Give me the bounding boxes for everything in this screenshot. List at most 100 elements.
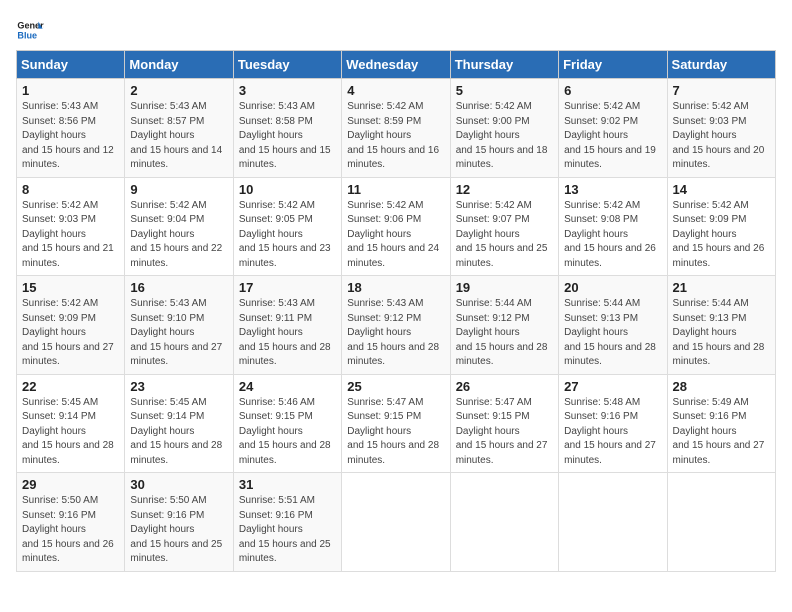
calendar-week-row: 1 Sunrise: 5:43 AMSunset: 8:56 PMDayligh… [17,79,776,178]
calendar-cell [342,473,450,572]
day-number: 26 [456,379,553,394]
weekday-header: Tuesday [233,51,341,79]
calendar-cell: 12 Sunrise: 5:42 AMSunset: 9:07 PMDaylig… [450,177,558,276]
weekday-header: Saturday [667,51,775,79]
day-info: Sunrise: 5:43 AMSunset: 9:10 PMDaylight … [130,298,222,367]
day-number: 13 [564,182,661,197]
weekday-header-row: SundayMondayTuesdayWednesdayThursdayFrid… [17,51,776,79]
day-info: Sunrise: 5:43 AMSunset: 8:56 PMDaylight … [22,101,114,170]
day-number: 5 [456,83,553,98]
calendar-cell: 3 Sunrise: 5:43 AMSunset: 8:58 PMDayligh… [233,79,341,178]
day-info: Sunrise: 5:42 AMSunset: 9:08 PMDaylight … [564,200,656,269]
day-info: Sunrise: 5:50 AMSunset: 9:16 PMDaylight … [130,495,222,564]
day-info: Sunrise: 5:43 AMSunset: 9:11 PMDaylight … [239,298,331,367]
day-info: Sunrise: 5:50 AMSunset: 9:16 PMDaylight … [22,495,114,564]
day-info: Sunrise: 5:44 AMSunset: 9:13 PMDaylight … [673,298,765,367]
day-number: 14 [673,182,770,197]
day-number: 22 [22,379,119,394]
day-info: Sunrise: 5:42 AMSunset: 9:07 PMDaylight … [456,200,548,269]
calendar-cell: 30 Sunrise: 5:50 AMSunset: 9:16 PMDaylig… [125,473,233,572]
day-number: 27 [564,379,661,394]
calendar-cell: 28 Sunrise: 5:49 AMSunset: 9:16 PMDaylig… [667,374,775,473]
day-number: 17 [239,280,336,295]
calendar-cell: 29 Sunrise: 5:50 AMSunset: 9:16 PMDaylig… [17,473,125,572]
calendar-cell: 27 Sunrise: 5:48 AMSunset: 9:16 PMDaylig… [559,374,667,473]
calendar-week-row: 29 Sunrise: 5:50 AMSunset: 9:16 PMDaylig… [17,473,776,572]
calendar-cell: 14 Sunrise: 5:42 AMSunset: 9:09 PMDaylig… [667,177,775,276]
day-number: 23 [130,379,227,394]
day-info: Sunrise: 5:43 AMSunset: 8:57 PMDaylight … [130,101,222,170]
day-info: Sunrise: 5:42 AMSunset: 9:09 PMDaylight … [22,298,114,367]
day-number: 12 [456,182,553,197]
calendar-cell: 1 Sunrise: 5:43 AMSunset: 8:56 PMDayligh… [17,79,125,178]
day-number: 11 [347,182,444,197]
day-info: Sunrise: 5:48 AMSunset: 9:16 PMDaylight … [564,397,656,466]
calendar-week-row: 8 Sunrise: 5:42 AMSunset: 9:03 PMDayligh… [17,177,776,276]
calendar-cell [559,473,667,572]
calendar-cell: 5 Sunrise: 5:42 AMSunset: 9:00 PMDayligh… [450,79,558,178]
day-info: Sunrise: 5:42 AMSunset: 9:09 PMDaylight … [673,200,765,269]
day-info: Sunrise: 5:42 AMSunset: 9:05 PMDaylight … [239,200,331,269]
day-info: Sunrise: 5:42 AMSunset: 9:04 PMDaylight … [130,200,222,269]
calendar-table: SundayMondayTuesdayWednesdayThursdayFrid… [16,50,776,572]
calendar-week-row: 15 Sunrise: 5:42 AMSunset: 9:09 PMDaylig… [17,276,776,375]
weekday-header: Monday [125,51,233,79]
day-number: 18 [347,280,444,295]
day-info: Sunrise: 5:45 AMSunset: 9:14 PMDaylight … [22,397,114,466]
calendar-cell: 15 Sunrise: 5:42 AMSunset: 9:09 PMDaylig… [17,276,125,375]
day-number: 28 [673,379,770,394]
day-number: 1 [22,83,119,98]
day-number: 31 [239,477,336,492]
calendar-cell: 6 Sunrise: 5:42 AMSunset: 9:02 PMDayligh… [559,79,667,178]
day-number: 29 [22,477,119,492]
day-number: 6 [564,83,661,98]
calendar-cell: 24 Sunrise: 5:46 AMSunset: 9:15 PMDaylig… [233,374,341,473]
day-number: 4 [347,83,444,98]
calendar-cell: 25 Sunrise: 5:47 AMSunset: 9:15 PMDaylig… [342,374,450,473]
day-info: Sunrise: 5:51 AMSunset: 9:16 PMDaylight … [239,495,331,564]
calendar-cell: 7 Sunrise: 5:42 AMSunset: 9:03 PMDayligh… [667,79,775,178]
day-info: Sunrise: 5:46 AMSunset: 9:15 PMDaylight … [239,397,331,466]
calendar-cell: 19 Sunrise: 5:44 AMSunset: 9:12 PMDaylig… [450,276,558,375]
day-number: 21 [673,280,770,295]
calendar-cell: 23 Sunrise: 5:45 AMSunset: 9:14 PMDaylig… [125,374,233,473]
day-number: 2 [130,83,227,98]
calendar-cell: 20 Sunrise: 5:44 AMSunset: 9:13 PMDaylig… [559,276,667,375]
day-info: Sunrise: 5:47 AMSunset: 9:15 PMDaylight … [347,397,439,466]
calendar-week-row: 22 Sunrise: 5:45 AMSunset: 9:14 PMDaylig… [17,374,776,473]
weekday-header: Sunday [17,51,125,79]
day-number: 19 [456,280,553,295]
day-info: Sunrise: 5:43 AMSunset: 9:12 PMDaylight … [347,298,439,367]
day-info: Sunrise: 5:45 AMSunset: 9:14 PMDaylight … [130,397,222,466]
day-number: 16 [130,280,227,295]
day-number: 24 [239,379,336,394]
day-info: Sunrise: 5:42 AMSunset: 9:02 PMDaylight … [564,101,656,170]
calendar-cell: 22 Sunrise: 5:45 AMSunset: 9:14 PMDaylig… [17,374,125,473]
day-info: Sunrise: 5:47 AMSunset: 9:15 PMDaylight … [456,397,548,466]
calendar-cell: 2 Sunrise: 5:43 AMSunset: 8:57 PMDayligh… [125,79,233,178]
calendar-cell: 26 Sunrise: 5:47 AMSunset: 9:15 PMDaylig… [450,374,558,473]
day-number: 7 [673,83,770,98]
calendar-cell: 17 Sunrise: 5:43 AMSunset: 9:11 PMDaylig… [233,276,341,375]
weekday-header: Friday [559,51,667,79]
day-info: Sunrise: 5:42 AMSunset: 9:06 PMDaylight … [347,200,439,269]
page-header: General Blue [16,16,776,44]
day-info: Sunrise: 5:42 AMSunset: 9:03 PMDaylight … [673,101,765,170]
calendar-cell [450,473,558,572]
day-info: Sunrise: 5:44 AMSunset: 9:13 PMDaylight … [564,298,656,367]
calendar-cell: 10 Sunrise: 5:42 AMSunset: 9:05 PMDaylig… [233,177,341,276]
day-number: 25 [347,379,444,394]
calendar-cell: 9 Sunrise: 5:42 AMSunset: 9:04 PMDayligh… [125,177,233,276]
calendar-cell: 11 Sunrise: 5:42 AMSunset: 9:06 PMDaylig… [342,177,450,276]
logo-icon: General Blue [16,16,44,44]
day-number: 9 [130,182,227,197]
weekday-header: Wednesday [342,51,450,79]
calendar-cell [667,473,775,572]
day-info: Sunrise: 5:44 AMSunset: 9:12 PMDaylight … [456,298,548,367]
calendar-cell: 18 Sunrise: 5:43 AMSunset: 9:12 PMDaylig… [342,276,450,375]
calendar-cell: 13 Sunrise: 5:42 AMSunset: 9:08 PMDaylig… [559,177,667,276]
day-number: 15 [22,280,119,295]
calendar-cell: 16 Sunrise: 5:43 AMSunset: 9:10 PMDaylig… [125,276,233,375]
calendar-cell: 8 Sunrise: 5:42 AMSunset: 9:03 PMDayligh… [17,177,125,276]
calendar-cell: 4 Sunrise: 5:42 AMSunset: 8:59 PMDayligh… [342,79,450,178]
